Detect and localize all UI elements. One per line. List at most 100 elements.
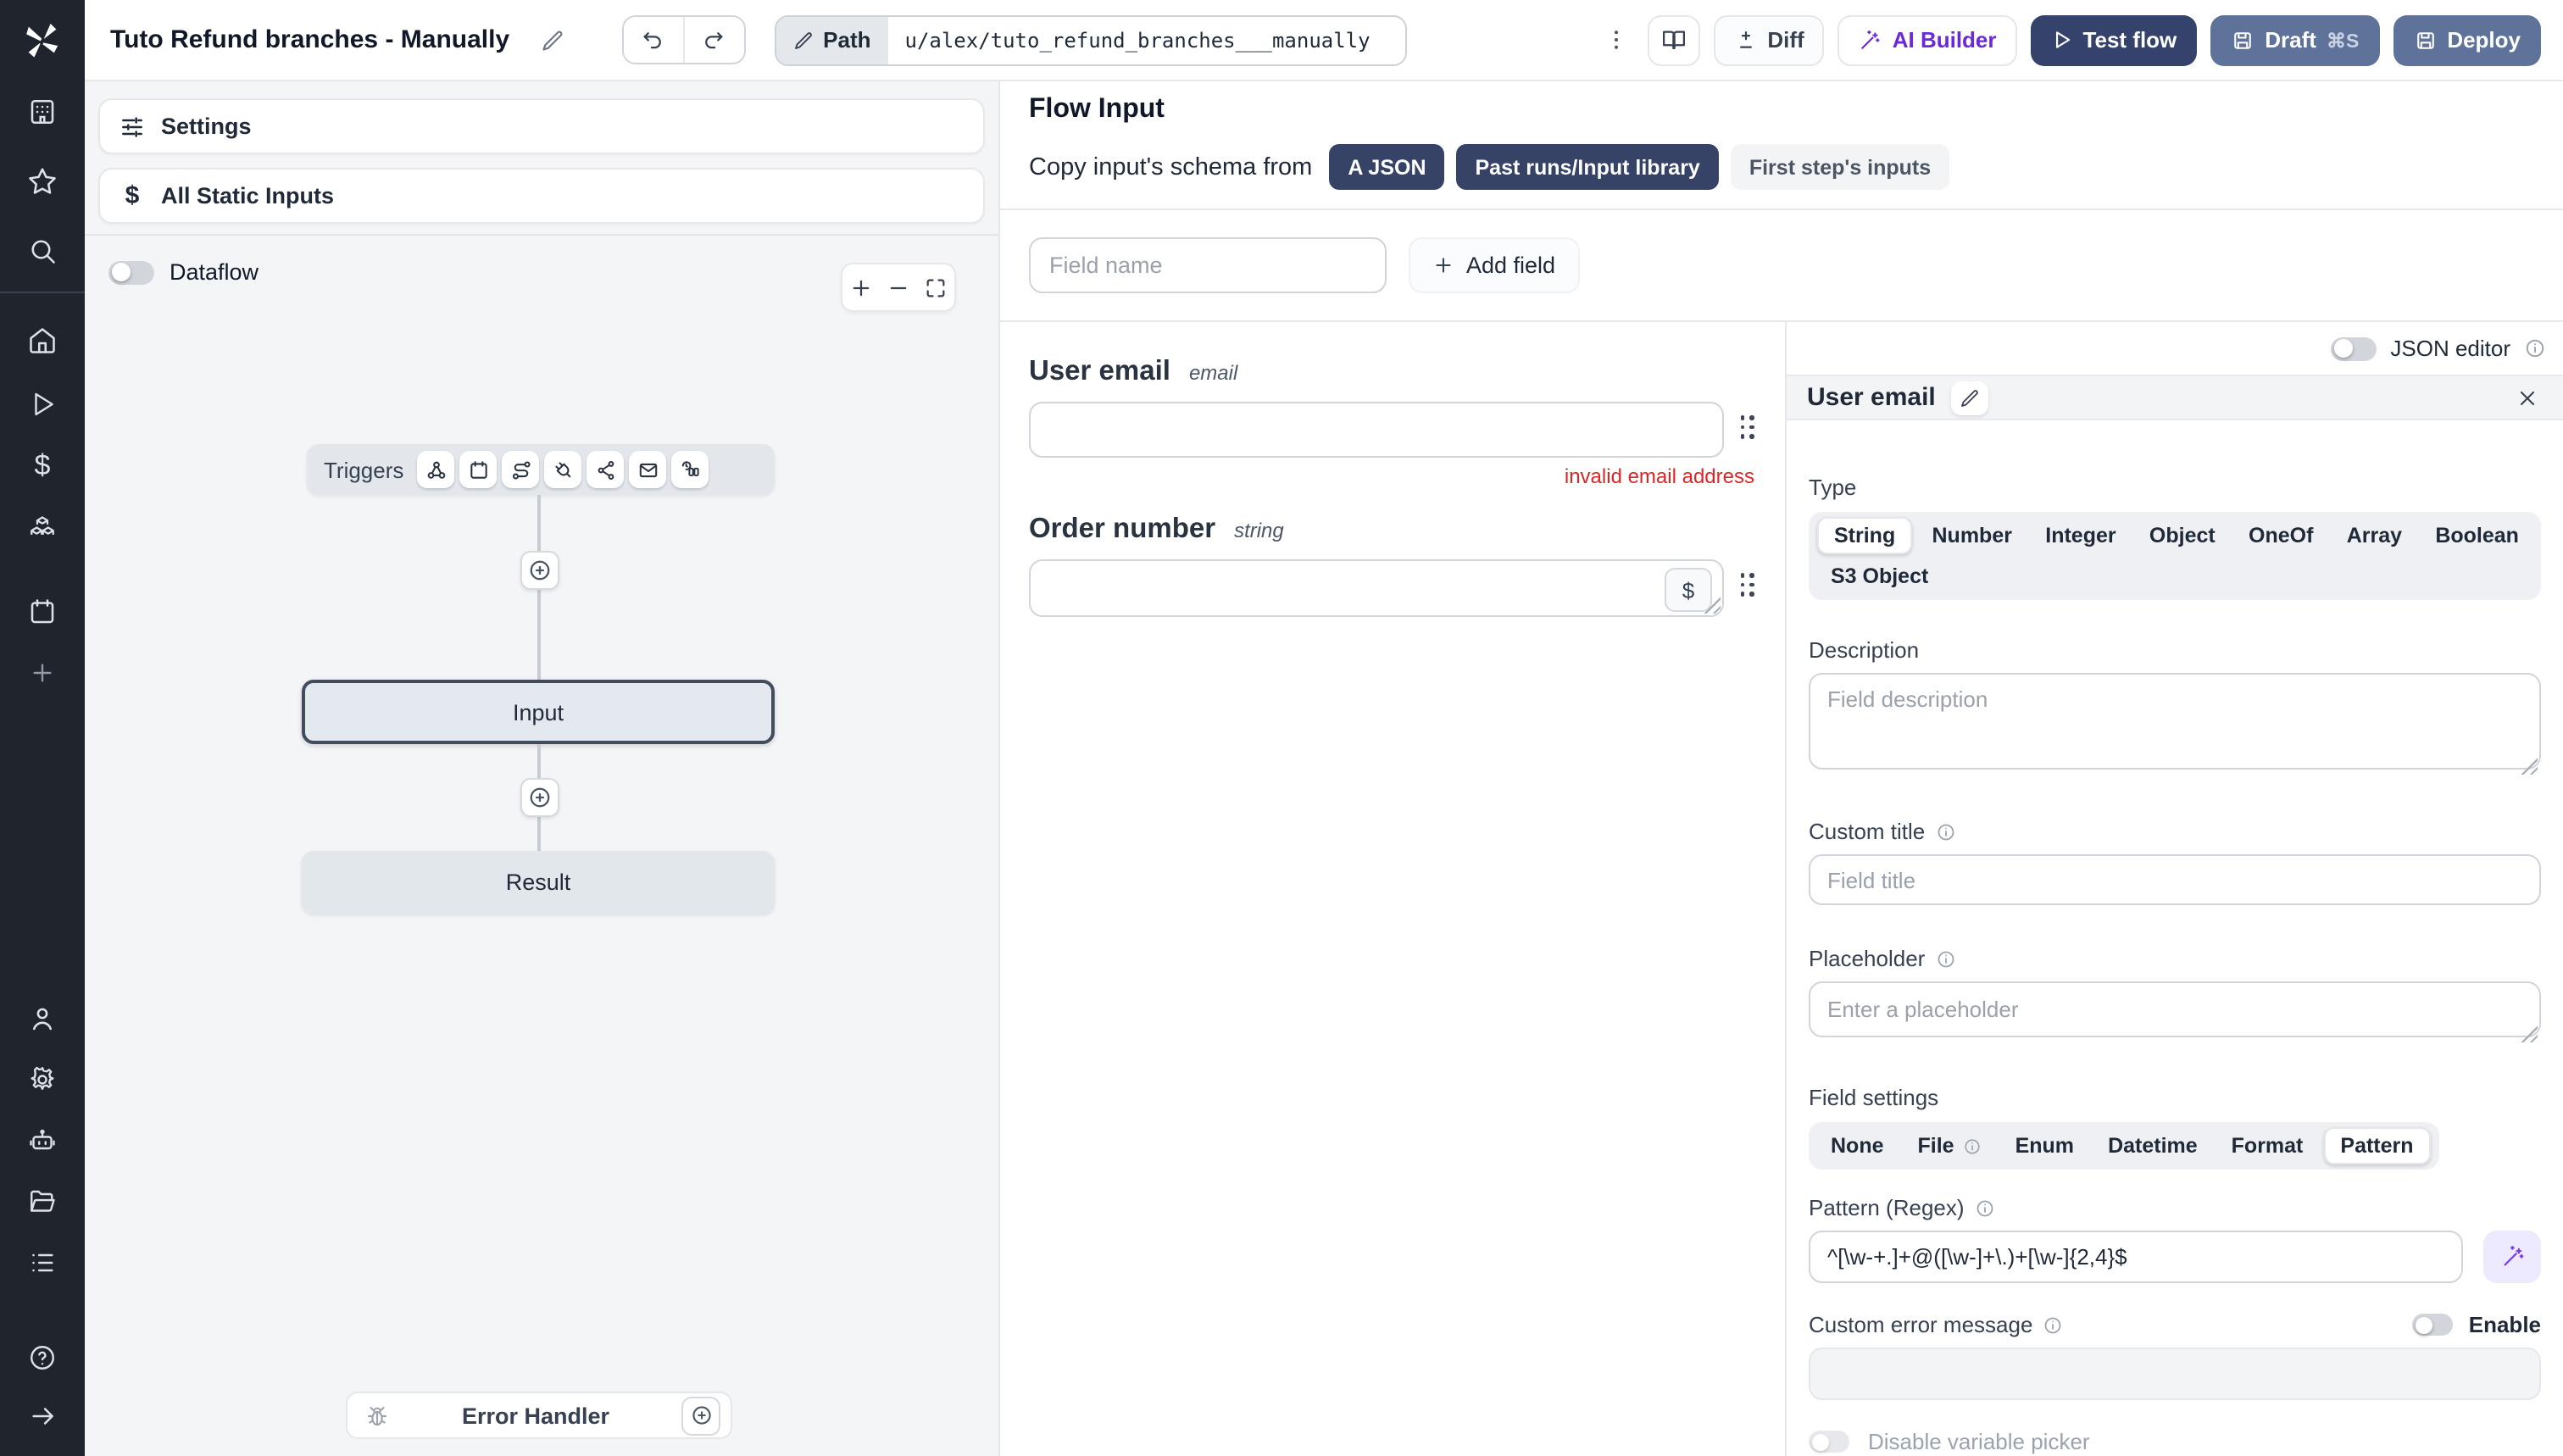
placeholder-textarea[interactable] — [1809, 981, 2541, 1037]
webhook-trigger-icon[interactable] — [417, 451, 455, 488]
docs-book-button[interactable] — [1647, 14, 1700, 65]
field-name-input[interactable] — [1029, 237, 1387, 293]
path-value[interactable]: u/alex/tuto_refund_branches___manually — [887, 16, 1405, 64]
workers-robot-icon[interactable] — [19, 1117, 66, 1164]
type-option-number[interactable]: Number — [1919, 517, 2026, 554]
zoom-in-button[interactable] — [842, 264, 880, 310]
logs-list-icon[interactable] — [19, 1239, 66, 1287]
test-flow-button[interactable]: Test flow — [2030, 14, 2198, 65]
disable-variable-picker-toggle[interactable] — [1809, 1431, 1849, 1453]
flow-canvas[interactable]: Dataflow Triggers Input Result Error Han… — [85, 236, 998, 1456]
user-email-value-input[interactable] — [1029, 402, 1724, 458]
websocket-plug-trigger-icon[interactable] — [544, 451, 582, 488]
custom-error-textarea[interactable] — [1809, 1348, 2541, 1400]
description-label: Description — [1809, 637, 1920, 663]
field-settings-tabs: None File Enum Datetime Format Pattern — [1809, 1122, 2439, 1170]
type-option-oneof[interactable]: OneOf — [2235, 517, 2327, 554]
add-field-button[interactable]: Add field — [1409, 237, 1580, 293]
dataflow-toggle[interactable] — [108, 260, 154, 284]
fit-view-button[interactable] — [917, 264, 954, 310]
info-icon — [1976, 1199, 1993, 1216]
path-label-segment[interactable]: Path — [776, 16, 888, 64]
tab-datetime[interactable]: Datetime — [2094, 1127, 2211, 1164]
app-sidebar: $ — [0, 0, 85, 1456]
kafka-trigger-icon[interactable] — [587, 451, 625, 488]
ai-builder-button[interactable]: AI Builder — [1837, 14, 2017, 65]
favorites-star-icon[interactable] — [19, 158, 66, 205]
email-trigger-icon[interactable] — [629, 451, 667, 488]
ai-pattern-wand-button[interactable] — [2483, 1231, 2541, 1283]
settings-card[interactable]: Settings — [98, 98, 985, 154]
type-option-s3-object[interactable]: S3 Object — [1817, 558, 1963, 595]
type-option-object[interactable]: Object — [2136, 517, 2229, 554]
variables-dollar-icon[interactable]: $ — [19, 442, 66, 490]
rename-field-pencil-button[interactable] — [1950, 381, 1988, 414]
custom-error-enable-toggle[interactable] — [2412, 1314, 2454, 1336]
deploy-button[interactable]: Deploy — [2393, 14, 2541, 65]
pattern-row — [1809, 1231, 2541, 1283]
copy-schema-json-button[interactable]: A JSON — [1329, 144, 1445, 190]
json-editor-row: JSON editor — [1787, 322, 2563, 375]
diff-button[interactable]: Diff — [1713, 14, 1825, 65]
folders-icon[interactable] — [19, 1178, 66, 1225]
bug-icon — [367, 1405, 387, 1425]
copy-schema-past-runs-button[interactable]: Past runs/Input library — [1456, 144, 1719, 190]
error-handler-node[interactable]: Error Handler — [346, 1392, 732, 1439]
close-editor-icon[interactable] — [2512, 382, 2543, 413]
settings-gear-icon[interactable] — [19, 1056, 66, 1103]
type-option-array[interactable]: Array — [2333, 517, 2416, 554]
schedules-calendar-icon[interactable] — [19, 588, 66, 636]
scheduled-poll-trigger-icon[interactable] — [671, 451, 709, 488]
input-node[interactable]: Input — [302, 680, 775, 744]
workspace-icon[interactable] — [19, 88, 66, 136]
tab-format[interactable]: Format — [2218, 1127, 2317, 1164]
pattern-regex-input[interactable] — [1809, 1231, 2463, 1283]
sliders-icon — [122, 116, 142, 136]
pattern-regex-label: Pattern (Regex) — [1809, 1195, 2541, 1220]
http-route-trigger-icon[interactable] — [502, 451, 540, 488]
resources-cubes-icon[interactable] — [19, 505, 66, 553]
user-icon[interactable] — [19, 995, 66, 1042]
settings-card-label: Settings — [161, 114, 252, 139]
collapse-arrow-icon[interactable] — [19, 1392, 66, 1439]
type-option-string[interactable]: String — [1817, 517, 1913, 554]
field-order-number-label-row: Order number string — [1029, 514, 1756, 546]
undo-button[interactable] — [623, 17, 683, 63]
type-option-integer[interactable]: Integer — [2032, 517, 2129, 554]
redo-button[interactable] — [682, 17, 744, 63]
insert-step-before-input-button[interactable] — [520, 551, 559, 590]
type-option-boolean[interactable]: Boolean — [2421, 517, 2532, 554]
insert-step-after-input-button[interactable] — [520, 778, 559, 817]
add-error-handler-button[interactable] — [681, 1396, 720, 1435]
edit-title-pencil-icon[interactable] — [540, 28, 564, 52]
add-plus-icon[interactable] — [19, 649, 66, 697]
all-static-inputs-card[interactable]: $ All Static Inputs — [98, 168, 985, 224]
more-menu-icon[interactable] — [1599, 16, 1633, 64]
json-editor-toggle[interactable] — [2331, 336, 2377, 360]
book-icon — [1662, 31, 1685, 50]
windmill-logo-icon[interactable] — [22, 20, 63, 61]
runs-play-icon[interactable] — [19, 380, 66, 427]
tab-pattern[interactable]: Pattern — [2323, 1127, 2431, 1164]
info-icon — [1964, 1138, 1980, 1153]
search-icon[interactable] — [19, 227, 66, 275]
copy-schema-first-step-button[interactable]: First step's inputs — [1730, 144, 1950, 190]
order-number-value-input[interactable] — [1029, 559, 1724, 617]
schedule-trigger-icon[interactable] — [459, 451, 498, 488]
tab-enum[interactable]: Enum — [2002, 1127, 2088, 1164]
insert-variable-dollar-button[interactable]: $ — [1665, 568, 1712, 612]
home-icon[interactable] — [19, 317, 66, 364]
triggers-node[interactable]: Triggers — [307, 444, 775, 495]
help-icon[interactable] — [19, 1334, 66, 1381]
tab-file[interactable]: File — [1904, 1127, 1995, 1164]
custom-title-input[interactable] — [1809, 854, 2541, 905]
draft-button[interactable]: Draft ⌘S — [2210, 14, 2380, 65]
description-textarea[interactable] — [1809, 673, 2541, 770]
tab-none[interactable]: None — [1817, 1127, 1898, 1164]
json-editor-label: JSON editor — [2390, 336, 2510, 361]
field-settings-label: Field settings — [1809, 1085, 1939, 1110]
result-node[interactable]: Result — [302, 851, 775, 914]
drag-handle-icon[interactable] — [1740, 573, 1754, 597]
drag-handle-icon[interactable] — [1740, 415, 1754, 439]
zoom-out-button[interactable] — [880, 264, 917, 310]
